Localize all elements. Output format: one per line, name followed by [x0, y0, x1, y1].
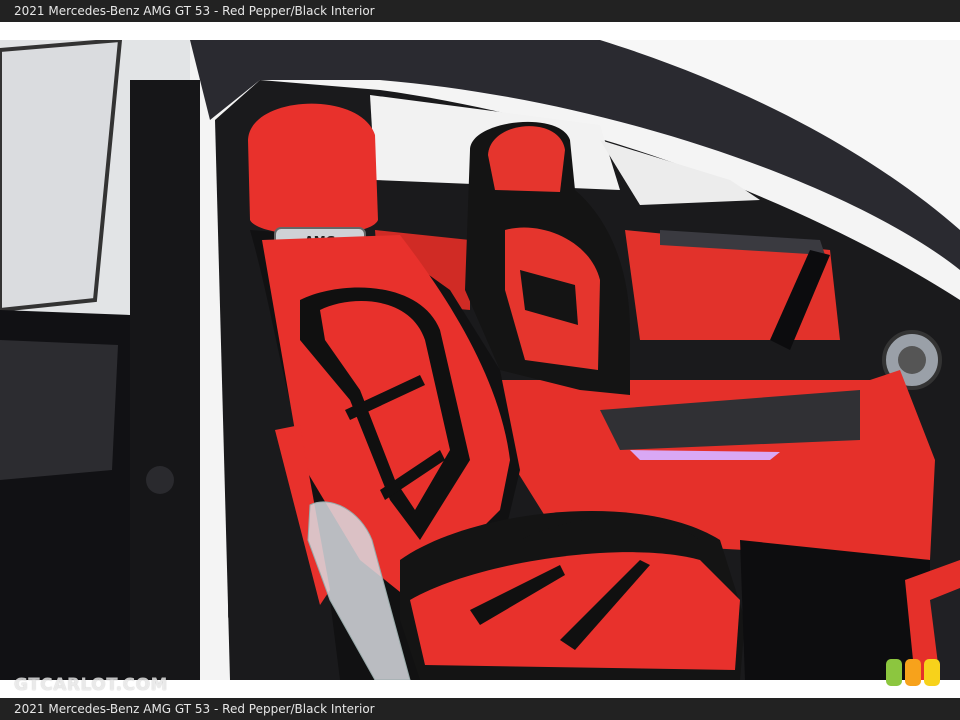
door-frame: [130, 80, 200, 680]
photo-drawing: AMG: [0, 40, 960, 680]
watermark-text: GTCARLOT.COM: [14, 675, 168, 695]
interior-photo: AMG: [0, 40, 960, 680]
rear-seat-headrest: [488, 126, 565, 192]
badge-orange: [905, 659, 921, 686]
front-seat-headrest: [248, 103, 378, 235]
caption-text-bottom: 2021 Mercedes-Benz AMG GT 53 - Red Peppe…: [14, 702, 375, 716]
caption-text: 2021 Mercedes-Benz AMG GT 53 - Red Peppe…: [14, 4, 375, 18]
watermark: GTCARLOT.COM: [14, 675, 168, 695]
badge-yellow: [924, 659, 940, 686]
traffic-light-badge: [886, 659, 940, 686]
latch: [146, 466, 174, 494]
caption-bar-top: 2021 Mercedes-Benz AMG GT 53 - Red Peppe…: [0, 0, 960, 22]
door-reflection: [0, 340, 118, 480]
air-vent-center: [898, 346, 926, 374]
caption-bar-bottom: 2021 Mercedes-Benz AMG GT 53 - Red Peppe…: [0, 698, 960, 720]
badge-green: [886, 659, 902, 686]
